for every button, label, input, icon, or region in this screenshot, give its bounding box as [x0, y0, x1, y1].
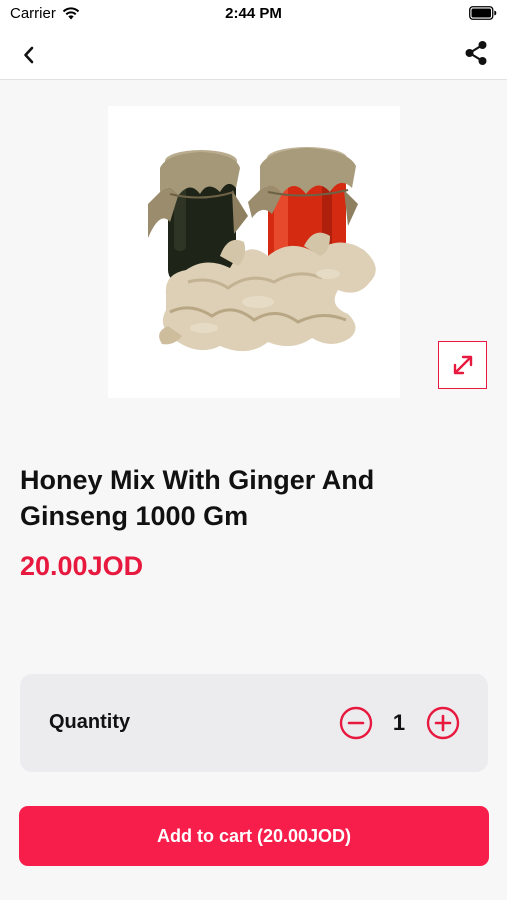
status-time: 2:44 PM	[225, 5, 282, 22]
share-icon	[465, 41, 487, 65]
product-title: Honey Mix With Ginger And Ginseng 1000 G…	[20, 465, 375, 531]
product-image[interactable]	[108, 106, 400, 398]
expand-image-button[interactable]	[438, 341, 487, 389]
plus-circle-icon	[426, 706, 460, 740]
status-bar: Carrier 2:44 PM	[0, 0, 507, 28]
share-button[interactable]	[461, 38, 491, 68]
expand-arrows-icon	[453, 355, 472, 375]
quantity-value: 1	[392, 710, 406, 735]
product-price: 20.00JOD	[20, 551, 144, 581]
navigation-bar	[0, 28, 507, 80]
product-photo	[148, 147, 376, 352]
increase-quantity-button[interactable]	[426, 706, 460, 740]
quantity-selector: Quantity 1	[20, 674, 488, 772]
chevron-left-icon	[24, 46, 34, 64]
quantity-label: Quantity	[49, 711, 131, 733]
battery-icon	[469, 6, 497, 24]
back-button[interactable]	[14, 40, 44, 70]
minus-circle-icon	[339, 706, 373, 740]
decrease-quantity-button[interactable]	[339, 706, 373, 740]
add-to-cart-button[interactable]: Add to cart (20.00JOD)	[19, 806, 489, 866]
